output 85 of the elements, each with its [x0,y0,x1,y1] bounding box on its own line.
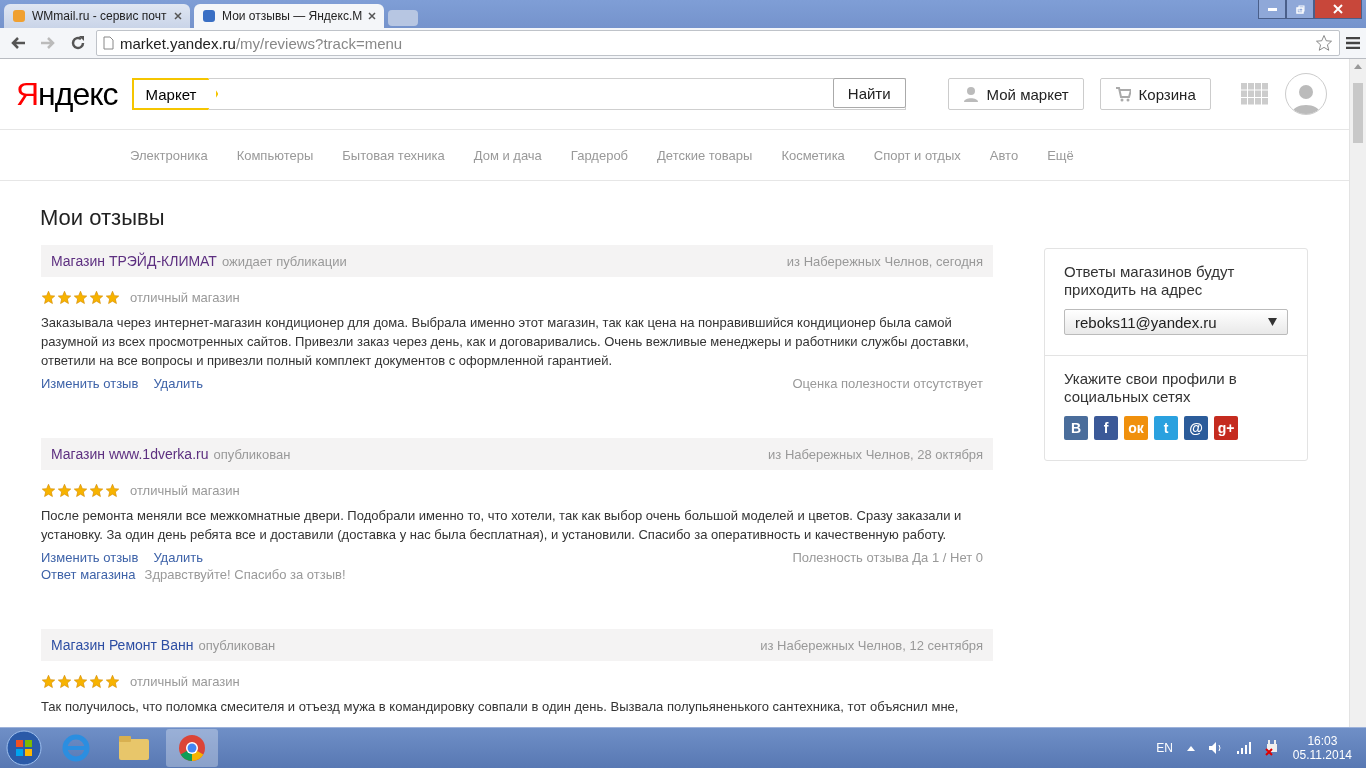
close-icon[interactable] [368,12,377,20]
rating-grade: отличный магазин [130,674,240,689]
usefulness-text: Полезность отзыва Да 1 / Нет 0 [792,550,983,565]
dropdown-arrow-icon [1268,318,1277,326]
review-action-link[interactable]: Удалить [153,376,203,391]
close-icon [1333,4,1343,14]
signal-bars-icon[interactable] [1236,742,1251,754]
social-network-button[interactable]: @ [1184,416,1208,440]
review-place-date: из Набережных Челнов, сегодня [786,253,983,269]
review-text: Так получилось, что поломка смесителя и отъезд мужа в командировку совпали в один день. Вызвала полупьяненького сантехника, тот объяснил мне, [41,698,960,716]
usefulness-text: Оценка полезности отсутствует [792,376,983,391]
review-status: опубликован [213,446,291,462]
close-window-button[interactable] [1314,0,1362,19]
star-icon [57,483,72,498]
start-orb-icon[interactable] [4,729,44,767]
tray-arrow-icon[interactable] [1186,745,1195,751]
star-icon [89,483,104,498]
url-host: market.yandex.ru [120,34,236,52]
minimize-button[interactable] [1258,0,1286,19]
rating-grade: отличный магазин [130,290,240,305]
star-icon [57,674,72,689]
scroll-up-icon[interactable] [1354,63,1362,69]
review-action-link[interactable]: Удалить [153,550,203,565]
social-network-button[interactable]: f [1094,416,1118,440]
cart-button[interactable]: Корзина [1099,78,1211,110]
address-bar[interactable]: market.yandex.ru/my/reviews?track=menu [96,30,1340,56]
shop-reply-text: Здравствуйте! Спасибо за отзыв! [144,567,346,582]
folder-icon [119,736,149,760]
person-silhouette-icon [1291,82,1320,114]
star-icon [105,290,120,305]
clock-date[interactable]: 05.11.2014 [1292,748,1352,762]
star-icon [89,674,104,689]
star-icon [73,290,88,305]
close-icon[interactable] [174,12,182,20]
reply-address-note: Ответы магазинов будут приходить на адрес [1064,263,1236,299]
review-place-date: из Набережных Челнов, 12 сентября [760,637,983,653]
star-icon[interactable] [1315,34,1333,52]
email-select[interactable]: reboks11@yandex.ru [1064,309,1288,335]
star-icon [89,290,104,305]
shop-link[interactable]: Магазин www.1dverka.ru [51,446,209,462]
globe-e-icon [62,734,90,762]
url-path: /my/reviews?track=menu [235,34,403,52]
power-plug-icon[interactable] [1264,740,1279,756]
shop-link[interactable]: Магазин ТРЭЙД-КЛИМАТ [51,253,217,269]
review-status: опубликован [198,637,276,653]
browser-tab[interactable]: Мои отзывы — Яндекс.М [194,4,385,28]
language-indicator[interactable]: EN [1156,741,1173,755]
my-market-button[interactable]: Мой маркет [947,78,1084,110]
cart-icon [1114,86,1131,102]
review-text: После ремонта меняли все межкомнатные двери. Подобрали именно то, что хотели, так как выбор очень большой моделей и цветов. Сразу заказали и установку. За один день ребята все и доставили (доставка у нас была бесплатная), и установили. Спасибо за оперативность и качественную работу. [41,507,963,544]
scrollbar-thumb[interactable] [1353,83,1363,143]
social-network-button[interactable]: g+ [1214,416,1238,440]
review-status: ожидает публикации [221,253,347,269]
speaker-icon[interactable] [1208,742,1223,754]
review-action-link[interactable]: Изменить отзыв [41,550,139,565]
shop-reply-link[interactable]: Ответ магазина [41,567,136,582]
star-icon [41,483,56,498]
chrome-taskbar-button[interactable] [166,729,218,767]
yandex-logo[interactable]: Яндекс [16,75,118,113]
star-icon [41,290,56,305]
chrome-icon [178,734,206,762]
search-field[interactable]: Маркет Найти [131,78,906,110]
review-place-date: из Набережных Челнов, 28 октября [768,446,983,462]
shop-link[interactable]: Магазин Ремонт Ванн [51,637,194,653]
browser-tab[interactable]: WMmail.ru - сервис почт [4,4,190,28]
star-icon [41,674,56,689]
clock-time[interactable]: 16:03 [1307,734,1338,748]
restore-button[interactable] [1286,0,1314,19]
star-icon [57,290,72,305]
page-title: Мои отзывы [40,205,166,231]
minimize-icon [1267,7,1277,11]
restore-icon [1295,4,1305,14]
review-action-link[interactable]: Изменить отзыв [41,376,139,391]
star-icon [105,674,120,689]
person-icon [962,86,979,102]
star-icon [105,483,120,498]
service-label: Маркет [131,78,219,110]
rating-grade: отличный магазин [130,483,240,498]
social-profiles-note: Укажите свои профили в социальных сетях [1064,370,1238,406]
review-text: Заказывала через интернет-магазин кондиционер для дома. Выбрала именно этот магазин, так как цена на понравившийся кондиционер была самой разумной из всех просмотренных сайтов. Привезли заказ через день, как и договаривались. Очень вежливые менеджеры и работники службы доставки, ответили на все вопросы и привезли полный комплект документов с оформленной гарантией. [41,314,970,370]
star-icon [73,483,88,498]
social-network-button[interactable]: В [1064,416,1088,440]
search-button[interactable]: Найти [832,78,906,108]
star-icon [73,674,88,689]
menu-icon[interactable] [1346,37,1360,49]
